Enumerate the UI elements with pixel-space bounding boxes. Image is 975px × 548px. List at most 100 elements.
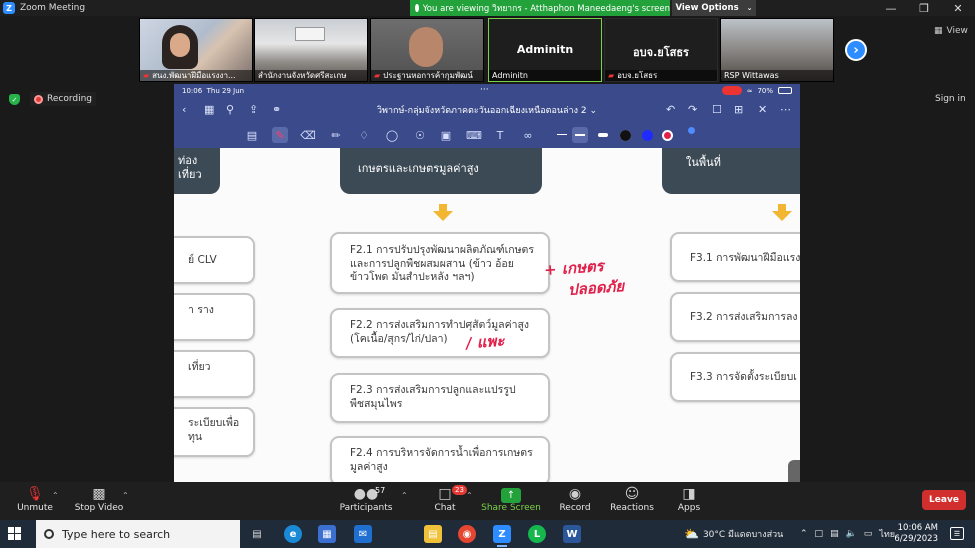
participant-name: ▰ สนง.พัฒนาฝีมือแรงงา... (140, 70, 252, 81)
unmute-button[interactable]: 🎙 Unmute ⌃ (0, 485, 70, 513)
weather-icon: ⛅ (684, 527, 699, 541)
stop-video-button[interactable]: ▩ Stop Video ⌃ (64, 485, 134, 513)
task-view-icon[interactable]: ▤ (248, 525, 266, 543)
mail-icon[interactable]: ✉ (354, 525, 372, 543)
shapes-tool-icon[interactable]: ♢ (356, 127, 372, 143)
medium-stroke-option[interactable] (572, 127, 588, 143)
laser-tool-icon[interactable]: ∞ (520, 127, 536, 143)
record-dot-icon (34, 94, 43, 104)
chat-button[interactable]: □ 23 Chat ⌃ (410, 485, 480, 513)
chat-tray-icon[interactable]: □ (815, 529, 824, 539)
participant-tile[interactable]: RSP Wittawas (720, 18, 834, 82)
handwritten-annotation: / แพะ (465, 331, 505, 353)
recording-label: Recording (47, 94, 93, 104)
taskbar-clock[interactable]: 10:06 AM 6/29/2023 (894, 523, 938, 545)
document-title[interactable]: วิพากษ์-กลุ่มจังหวัดภาคตะวันออกเฉียงเหนื… (174, 103, 800, 117)
photo-tool-icon[interactable]: ▣ (438, 127, 454, 143)
app-title: Zoom Meeting (20, 3, 86, 13)
f3-2-box: F3.2 การส่งเสริมการลง (670, 292, 800, 342)
keyboard-tool-icon[interactable]: ⌨ (466, 127, 482, 143)
color-black-swatch[interactable] (620, 130, 631, 141)
recording-indicator[interactable]: Recording (30, 92, 97, 106)
redo-icon[interactable]: ↷ (688, 103, 697, 116)
chevron-up-icon[interactable]: ⌃ (401, 491, 408, 500)
participant-tile[interactable]: อบจ.ยโสธร ▰ อบจ.ยโสธร (604, 18, 718, 82)
network-icon[interactable]: ▤ (830, 529, 839, 539)
next-page-button[interactable]: › (845, 39, 867, 61)
chevron-up-icon[interactable]: ⌃ (122, 491, 129, 500)
lasso-tool-icon[interactable]: ◯ (384, 127, 400, 143)
eraser-tool-icon[interactable]: ⌫ (300, 127, 316, 143)
title-bar: Z Zoom Meeting You are viewing วิทยากร -… (0, 0, 975, 16)
participant-name: ▰ ประฐานหอการค้ากุมพัฒน์ (371, 70, 483, 81)
apps-button[interactable]: ◨ Apps (654, 485, 724, 513)
reactions-label: Reactions (610, 503, 654, 513)
text-tool-icon[interactable]: T (492, 127, 508, 143)
view-label: View (946, 26, 968, 36)
word-icon[interactable]: W (563, 525, 581, 543)
f3-1-box: F3.1 การพัฒนาฝีมือแรง (670, 232, 800, 282)
color-blue-swatch[interactable] (642, 130, 653, 141)
document-toolbar: ‹ ▦ ⚲ ⇪ ⚭ วิพากษ์-กลุ่มจังหวัดภาคตะวันออ… (174, 98, 800, 122)
participant-name: ▰ อบจ.ยโสธร (605, 70, 717, 81)
shared-screen[interactable]: 10:06 Thu 29 Jun ··· ≈ 70% ‹ ▦ ⚲ ⇪ ⚭ วิพ… (174, 84, 800, 482)
handwritten-annotation: ปลอดภัย (567, 277, 625, 299)
store-icon[interactable]: ▦ (318, 525, 336, 543)
close-button[interactable]: ✕ (943, 0, 973, 16)
edge-icon[interactable]: e (284, 525, 302, 543)
meeting-controls: 🎙 Unmute ⌃ ▩ Stop Video ⌃ ●● 57 Particip… (0, 482, 975, 520)
highlighter-tool-icon[interactable]: ✏ (328, 127, 344, 143)
weather-widget[interactable]: ⛅ 30°C มีแดดบางส่วน (684, 520, 783, 548)
volume-icon[interactable]: 🔈 (846, 529, 857, 539)
zoom-taskbar-icon[interactable]: Z (493, 525, 511, 547)
bookmark-icon[interactable]: ☐ (712, 103, 722, 116)
sticker-tool-icon[interactable]: ☉ (412, 127, 428, 143)
notification-icon[interactable]: ☰ (950, 527, 964, 540)
participant-gallery: ▰ สนง.พัฒนาฝีมือแรงงา... สำนักงานจังหวัดศ… (0, 16, 975, 84)
image-tool-icon[interactable]: ▤ (244, 127, 260, 143)
more-icon[interactable]: ⋯ (780, 103, 791, 116)
close-icon[interactable]: ✕ (758, 103, 767, 116)
chevron-up-icon[interactable]: ⌃ (466, 491, 473, 500)
windows-start-icon[interactable] (8, 527, 22, 541)
more-dots-icon: ··· (480, 85, 489, 95)
grid-icon: ▦ (934, 26, 943, 36)
windows-taskbar: Type here to search ▤ e ▦ ✉ ▤ ◉ Z L W ⛅ … (0, 520, 975, 548)
participant-tile[interactable]: สำนักงานจังหวัดศรีสะเกษ (254, 18, 368, 82)
minimize-button[interactable]: — (876, 0, 906, 16)
undo-icon[interactable]: ↶ (666, 103, 675, 116)
maximize-button[interactable]: ❐ (909, 0, 939, 16)
view-options-button[interactable]: View Options ⌄ (672, 0, 756, 16)
thick-stroke-option[interactable] (598, 133, 608, 137)
color-red-swatch[interactable] (662, 130, 673, 141)
chrome-icon[interactable]: ◉ (458, 525, 476, 543)
sign-in-link[interactable]: Sign in (935, 94, 966, 104)
apps-label: Apps (677, 503, 701, 513)
participant-video (295, 27, 325, 41)
thin-stroke-option[interactable] (557, 134, 567, 135)
leave-button[interactable]: Leave (922, 490, 966, 510)
left-item-box: ระเบียบเพื่อ ทุน (174, 407, 255, 457)
slide-canvas[interactable]: ท่องเที่ยว เกษตรและเกษตรมูลค่าสูง ในพื้น… (174, 148, 800, 482)
language-indicator[interactable]: ไทย (879, 527, 895, 541)
view-button[interactable]: ▦ View (934, 26, 968, 36)
view-options-label: View Options (675, 3, 739, 13)
line-app-icon[interactable]: L (528, 525, 546, 543)
battery-icon[interactable]: ▭ (864, 529, 873, 539)
chevron-up-icon[interactable]: ⌃ (800, 529, 808, 539)
side-panel-toggle[interactable]: ‹ (788, 460, 800, 482)
share-screen-button[interactable]: ↑ Share Screen (476, 485, 546, 513)
color-picker-icon[interactable] (688, 127, 695, 134)
taskbar-search-box[interactable]: Type here to search (36, 520, 240, 548)
participant-tile[interactable]: ▰ สนง.พัฒนาฝีมือแรงงา... (139, 18, 253, 82)
participants-button[interactable]: ●● 57 Participants ⌃ (331, 485, 408, 513)
file-explorer-icon[interactable]: ▤ (424, 525, 442, 543)
participants-label: Participants (339, 503, 393, 513)
apps-icon: ◨ (682, 486, 696, 502)
shield-icon[interactable]: ✓ (9, 94, 20, 105)
participant-tile[interactable]: ▰ ประฐานหอการค้ากุมพัฒน์ (370, 18, 484, 82)
add-page-icon[interactable]: ⊞ (734, 103, 743, 116)
pen-tool-icon[interactable]: ✎ (272, 127, 288, 143)
chevron-up-icon[interactable]: ⌃ (52, 491, 59, 500)
participant-tile-active[interactable]: Adminitn Adminitn (488, 18, 602, 82)
